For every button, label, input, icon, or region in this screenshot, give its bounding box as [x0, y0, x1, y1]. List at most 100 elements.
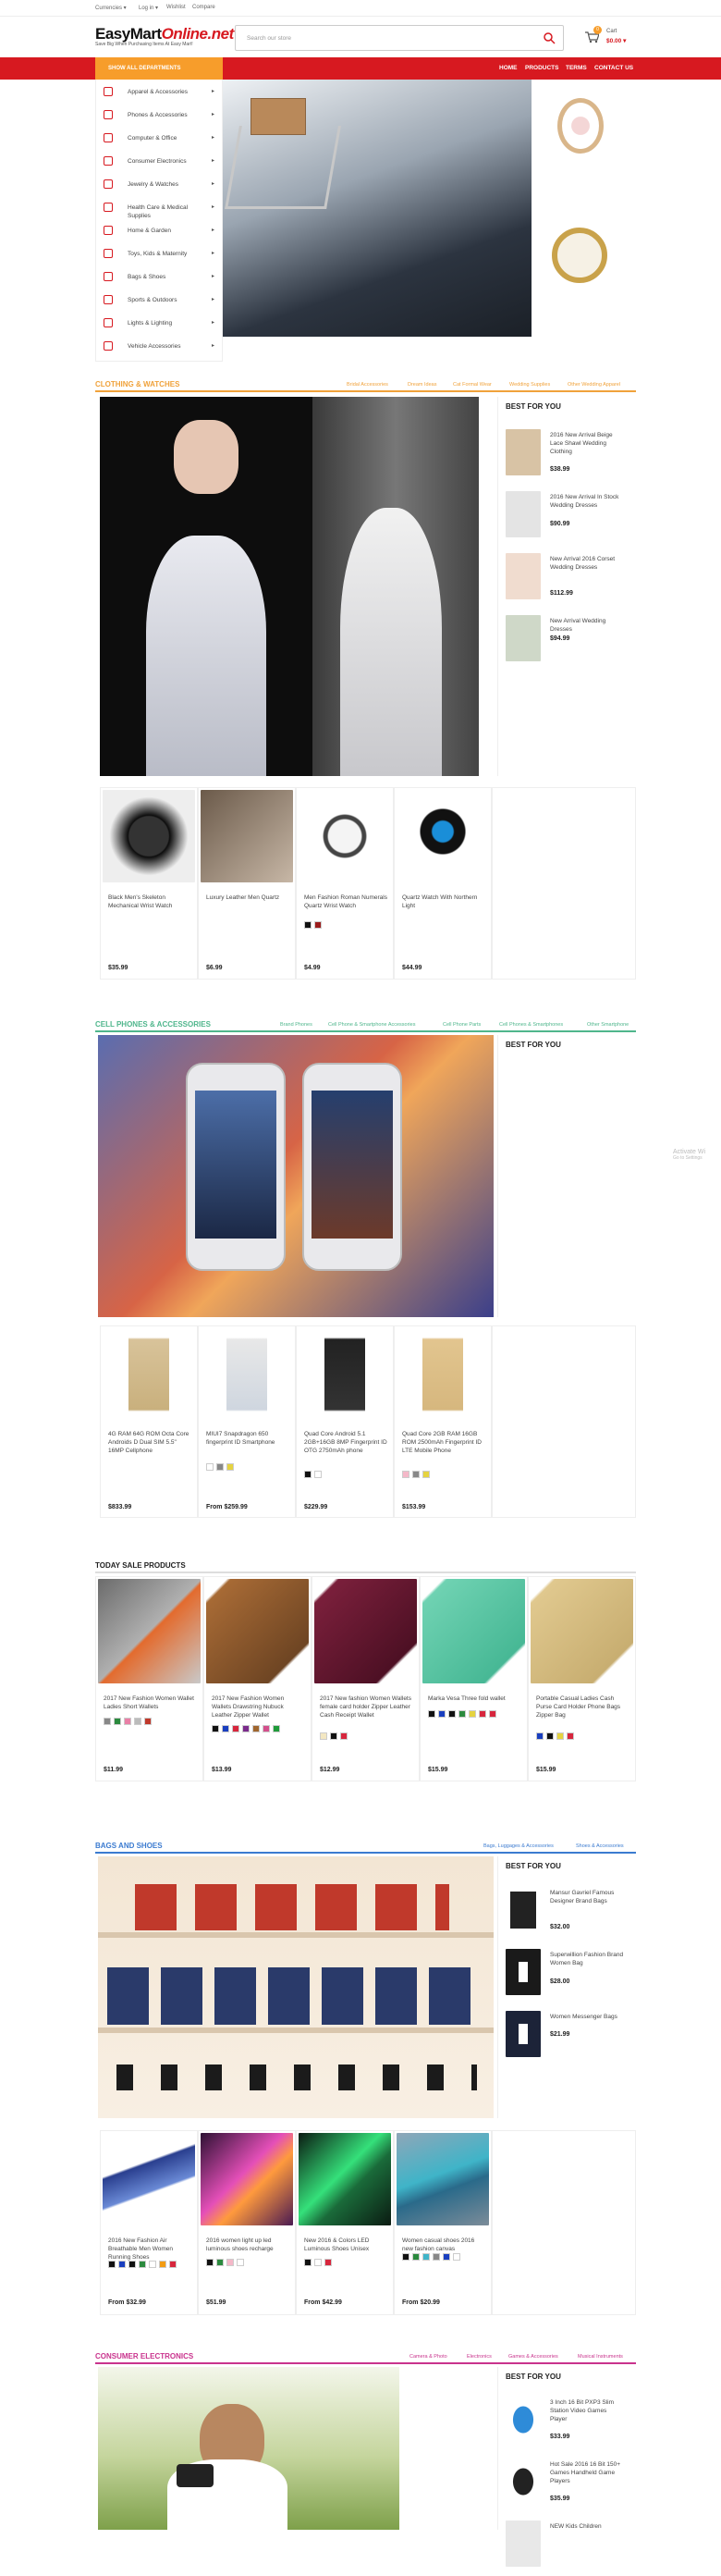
clothing-tab-2[interactable]: Dream Ideas [408, 382, 437, 388]
dept-home-garden[interactable]: Home & Garden ▸ [96, 220, 222, 243]
color-swatches[interactable] [402, 2253, 463, 2262]
product-card[interactable]: Quad Core Android 5.1 2GB+16GB 8MP Finge… [296, 1325, 394, 1518]
search-icon[interactable] [543, 31, 556, 44]
product-card[interactable]: Men Fashion Roman Numerals Quartz Wrist … [296, 787, 394, 980]
bfy-item[interactable]: NEW Kids Children [506, 2521, 626, 2576]
chevron-right-icon: ▸ [211, 181, 214, 187]
bfy-item[interactable]: 3 Inch 16 Bit PXP3 Slim Station Video Ga… [506, 2397, 626, 2452]
watch-image [552, 228, 607, 283]
dept-lights[interactable]: Lights & Lighting ▸ [96, 313, 222, 336]
phones-tab-4[interactable]: Cell Phones & Smartphones [499, 1022, 563, 1028]
dept-bags-shoes[interactable]: Bags & Shoes ▸ [96, 266, 222, 290]
product-image [201, 2133, 293, 2225]
product-image [201, 790, 293, 882]
product-image [103, 2133, 195, 2225]
dept-health[interactable]: Health Care & Medical Supplies ▸ [96, 197, 222, 220]
product-card[interactable]: 4G RAM 64G ROM Octa Core Androids D Dual… [100, 1325, 198, 1518]
clothing-tab-5[interactable]: Other Wedding Apparel [568, 382, 620, 388]
bfy-item[interactable]: New Arrival Wedding Dresses $94.99 [506, 615, 626, 671]
product-card[interactable]: Portable Casual Ladies Cash Purse Card H… [528, 1576, 636, 1781]
today-section-title: TODAY SALE PRODUCTS [95, 1561, 186, 1570]
color-swatches[interactable] [212, 1725, 283, 1734]
nav-contact-us[interactable]: CONTACT US [594, 65, 633, 71]
color-swatches[interactable] [304, 1471, 324, 1480]
electronics-tab-2[interactable]: Electronics [467, 2354, 492, 2360]
product-card[interactable]: 2017 New Fashion Women Wallets Drawstrin… [203, 1576, 312, 1781]
color-swatches[interactable] [104, 1718, 154, 1727]
nav-terms[interactable]: TERMS [566, 65, 587, 71]
dept-jewelry[interactable]: Jewelry & Watches ▸ [96, 174, 222, 197]
dept-computer[interactable]: Computer & Office ▸ [96, 128, 222, 151]
bags-banner[interactable] [98, 1856, 494, 2118]
bfy-item[interactable]: Mansur Gavriel Famous Designer Brand Bag… [506, 1887, 626, 1942]
nav-products[interactable]: PRODUCTS [525, 65, 558, 71]
all-departments-button[interactable]: SHOW ALL DEPARTMENTS [95, 57, 223, 80]
product-card[interactable]: 2016 women light up led luminous shoes r… [198, 2130, 296, 2315]
product-card[interactable]: 2017 New Fashion Women Wallet Ladies Sho… [95, 1576, 203, 1781]
bfy-item[interactable]: Hot Sale 2016 16 Bit 150+ Games Handheld… [506, 2459, 626, 2514]
product-card[interactable]: Quad Core 2GB RAM 16GB ROM 2500mAh Finge… [394, 1325, 492, 1518]
clothing-tab-1[interactable]: Bridal Accessories [347, 382, 388, 388]
hanger-icon [104, 87, 113, 96]
bfy-item[interactable]: Women Messenger Bags $21.99 [506, 2011, 626, 2066]
clothing-banner[interactable] [100, 397, 479, 776]
color-swatches[interactable] [304, 2259, 335, 2268]
bfy-item[interactable]: Superwillion Fashion Brand Women Bag $28.… [506, 1949, 626, 2004]
product-card[interactable]: Quartz Watch With Northern Light $44.99 [394, 787, 492, 980]
product-card[interactable]: Marka Vesa Three fold wallet $15.99 [420, 1576, 528, 1781]
hero-ring-banner[interactable] [532, 80, 629, 209]
search-input[interactable]: Search our store [247, 35, 291, 42]
clothing-tab-4[interactable]: Wedding Supplies [509, 382, 550, 388]
electronics-section-header: CONSUMER ELECTRONICS Camera & Photo Elec… [95, 2349, 636, 2364]
search-bar[interactable]: Search our store [235, 25, 564, 51]
product-card[interactable]: Luxury Leather Men Quartz $6.99 [198, 787, 296, 980]
phones-tab-1[interactable]: Brand Phones [280, 1022, 312, 1028]
cart-widget[interactable]: 0 Cart $0.00 ▾ [584, 26, 630, 50]
phones-tab-3[interactable]: Cell Phone Parts [443, 1022, 481, 1028]
currency-dropdown[interactable]: Currencies ▾ [95, 5, 127, 11]
bfy-item[interactable]: 2016 New Arrival In Stock Wedding Dresse… [506, 491, 626, 547]
hero-watch-banner[interactable] [532, 209, 629, 337]
product-thumbnail [506, 553, 541, 599]
phones-tab-2[interactable]: Cell Phone & Smartphone Accessories [328, 1022, 415, 1028]
product-card[interactable]: 2017 New fashion Women Wallets female ca… [312, 1576, 420, 1781]
color-swatches[interactable] [402, 1471, 433, 1480]
electronics-tab-4[interactable]: Musical Instruments [578, 2354, 623, 2360]
dept-sports[interactable]: Sports & Outdoors ▸ [96, 290, 222, 313]
clothing-tab-3[interactable]: Cat Formal Wear [453, 382, 492, 388]
nav-home[interactable]: HOME [499, 65, 518, 71]
product-card[interactable]: 2016 New Fashion Air Breathable Men Wome… [100, 2130, 198, 2315]
color-swatches[interactable] [536, 1732, 577, 1742]
product-card[interactable]: New 2016 & Colors LED Luminous Shoes Uni… [296, 2130, 394, 2315]
dept-vehicle[interactable]: Vehicle Accessories ▸ [96, 336, 222, 359]
bags-tab-1[interactable]: Bags, Luggages & Accessories [483, 1843, 554, 1849]
product-card[interactable]: Black Men's Skeleton Mechanical Wrist Wa… [100, 787, 198, 980]
hero-banner[interactable] [223, 80, 532, 337]
dept-phones[interactable]: Phones & Accessories ▸ [96, 105, 222, 128]
bfy-item[interactable]: New Arrival 2016 Corset Wedding Dresses $… [506, 553, 626, 609]
dept-electronics[interactable]: Consumer Electronics ▸ [96, 151, 222, 174]
site-logo[interactable]: EasyMartOnline.net [95, 25, 234, 43]
color-swatches[interactable] [206, 2259, 247, 2268]
product-card[interactable]: Women casual shoes 2016 new fashion canv… [394, 2130, 492, 2315]
color-swatches[interactable] [206, 1463, 237, 1473]
color-swatches[interactable] [304, 921, 324, 931]
login-dropdown[interactable]: Log in ▾ [139, 5, 158, 11]
compare-link[interactable]: Compare [192, 5, 215, 10]
product-card[interactable]: MIUI7 Snapdragon 650 fingerprint ID Smar… [198, 1325, 296, 1518]
bfy-item[interactable]: 2016 New Arrival Beige Lace Shawl Weddin… [506, 429, 626, 485]
color-swatches[interactable] [108, 2261, 196, 2270]
electronics-banner[interactable] [98, 2367, 399, 2530]
phones-tab-5[interactable]: Other Smartphone [587, 1022, 629, 1028]
wishlist-link[interactable]: Wishlist [166, 5, 186, 10]
dept-toys[interactable]: Toys, Kids & Maternity ▸ [96, 243, 222, 266]
color-swatches[interactable] [320, 1732, 350, 1742]
electronics-tab-1[interactable]: Camera & Photo [409, 2354, 447, 2360]
electronics-tab-3[interactable]: Games & Accessories [508, 2354, 558, 2360]
phone-icon [104, 110, 113, 119]
dept-apparel[interactable]: Apparel & Accessories ▸ [96, 81, 222, 105]
red-bags-image [135, 1884, 449, 1930]
color-swatches[interactable] [428, 1710, 499, 1719]
bags-tab-2[interactable]: Shoes & Accessories [576, 1843, 624, 1849]
phones-banner[interactable] [98, 1035, 494, 1317]
